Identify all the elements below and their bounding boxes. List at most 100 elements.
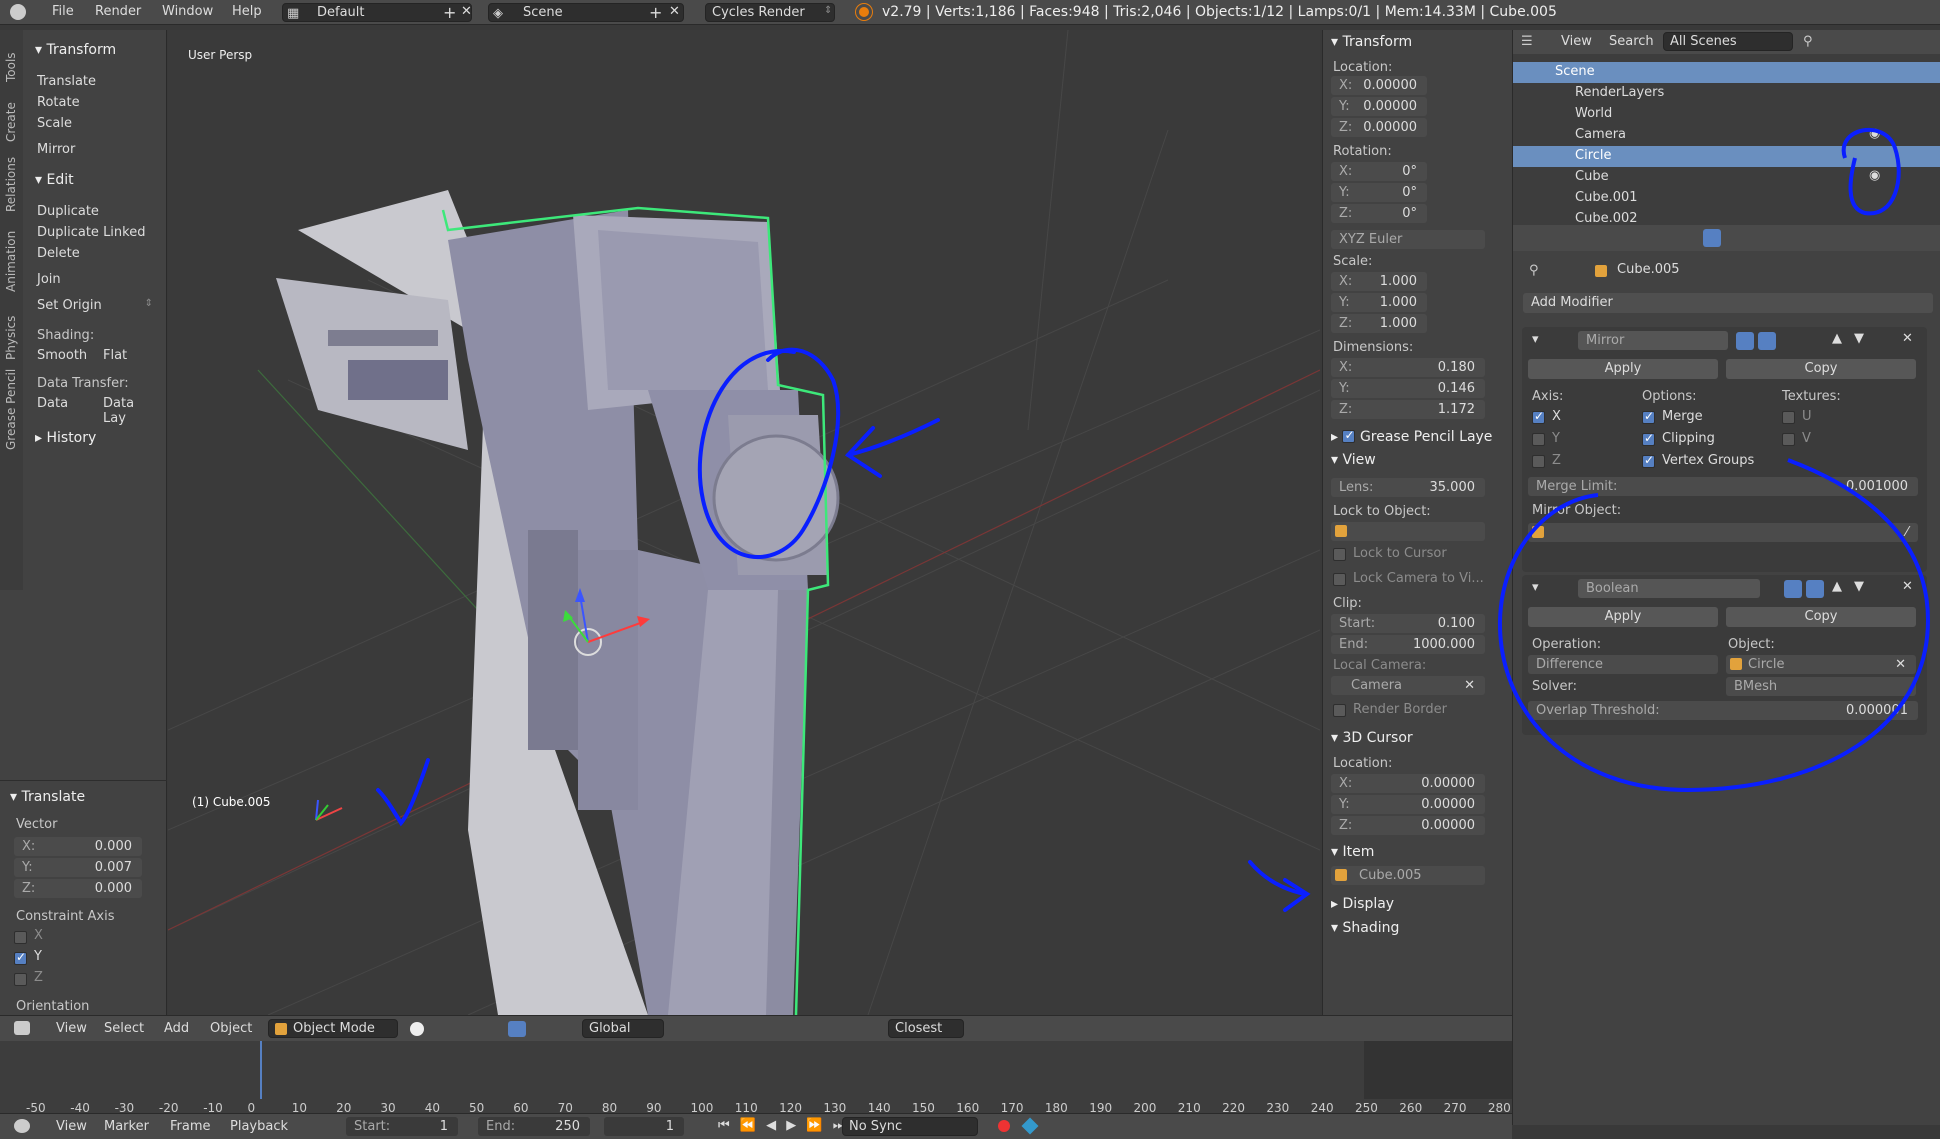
axis-y-checkbox[interactable] <box>1532 433 1545 446</box>
viewport-toggle-icon[interactable] <box>1758 332 1776 350</box>
rotation-x[interactable]: X: 0° <box>1331 162 1427 181</box>
clear-icon[interactable]: ✕ <box>1464 678 1475 693</box>
delete-button[interactable]: Delete <box>29 244 159 264</box>
playback-controls[interactable]: ⏮ ⏪ ◀ ▶ ⏩ ⏭ <box>718 1118 847 1133</box>
history-panel-header[interactable]: ▸ History <box>35 430 96 446</box>
outliner-row-renderlayers[interactable]: RenderLayers <box>1513 83 1940 104</box>
sync-mode-select[interactable]: No Sync <box>842 1117 978 1136</box>
constraint-x-checkbox[interactable] <box>14 931 27 944</box>
grease-pencil-header[interactable]: ▸ Grease Pencil Laye <box>1331 428 1492 445</box>
render-toggle-icon[interactable] <box>1736 332 1754 350</box>
menu-file[interactable]: File <box>52 4 74 19</box>
scale-y[interactable]: Y: 1.000 <box>1331 293 1427 312</box>
scale-x[interactable]: X: 1.000 <box>1331 272 1427 291</box>
timeline[interactable]: -50 -40 -30 -20 -10 0 10 20 30 40 50 60 70 80 90 100 110… <box>0 1041 1512 1115</box>
lock-cursor-checkbox[interactable] <box>1333 548 1346 561</box>
dimension-x[interactable]: X: 0.180 <box>1331 358 1485 377</box>
keyframe-icon[interactable] <box>1021 1117 1039 1135</box>
outliner-search-menu[interactable]: Search <box>1609 34 1654 49</box>
current-frame-marker[interactable] <box>260 1041 262 1099</box>
menu-help[interactable]: Help <box>232 4 262 19</box>
location-x[interactable]: X: 0.00000 <box>1331 76 1427 95</box>
texture-u-checkbox[interactable] <box>1782 411 1795 424</box>
render-border-checkbox[interactable] <box>1333 704 1346 717</box>
frame-menu[interactable]: Frame <box>170 1119 211 1134</box>
grease-pencil-checkbox[interactable] <box>1342 428 1356 443</box>
record-icon[interactable] <box>998 1120 1010 1132</box>
pin-icon[interactable]: ⚲ <box>1529 263 1539 278</box>
tab-physics[interactable]: Physics <box>4 316 18 360</box>
data-layout-button[interactable]: Data Lay <box>95 394 159 426</box>
layout-selector[interactable]: ▦ Default + ✕ <box>282 3 472 22</box>
mirror-name-field[interactable]: Mirror <box>1578 331 1728 350</box>
move-up-icon[interactable]: ▲ <box>1832 331 1842 346</box>
view-header[interactable]: ▾ View <box>1331 452 1376 468</box>
lens-field[interactable]: Lens: 35.000 <box>1331 478 1485 497</box>
timeline-view-menu[interactable]: View <box>56 1119 87 1134</box>
view-menu[interactable]: View <box>56 1021 87 1036</box>
scale-z[interactable]: Z: 1.000 <box>1331 314 1427 333</box>
axis-x-checkbox[interactable] <box>1532 409 1545 424</box>
tab-animation[interactable]: Animation <box>4 231 18 292</box>
data-button[interactable]: Data <box>29 394 93 414</box>
snap-target-select[interactable]: Closest <box>888 1019 964 1038</box>
mirror-button[interactable]: Mirror <box>29 140 159 160</box>
viewport-shading-icon[interactable] <box>410 1022 424 1036</box>
duplicate-linked-button[interactable]: Duplicate Linked <box>29 223 159 243</box>
transform-header[interactable]: ▾ Transform <box>1331 34 1412 50</box>
edit-panel-header[interactable]: ▾ Edit <box>35 172 74 188</box>
lock-object-field[interactable] <box>1331 522 1485 541</box>
scene-selector[interactable]: ◈ Scene + ✕ <box>488 3 684 22</box>
display-header[interactable]: ▸ Display <box>1331 896 1394 912</box>
marker-menu[interactable]: Marker <box>104 1119 149 1134</box>
transform-panel-header[interactable]: ▾ Transform <box>35 42 116 58</box>
manipulator-toggle-icon[interactable] <box>508 1021 526 1037</box>
texture-v-checkbox[interactable] <box>1782 433 1795 446</box>
vector-x-field[interactable]: X: 0.000 <box>14 837 142 856</box>
close-scene-icon[interactable]: ✕ <box>669 4 680 19</box>
3d-cursor-header[interactable]: ▾ 3D Cursor <box>1331 730 1413 746</box>
select-menu[interactable]: Select <box>104 1021 144 1036</box>
lock-camera-checkbox[interactable] <box>1333 573 1346 586</box>
cursor-y[interactable]: Y: 0.00000 <box>1331 795 1485 814</box>
dimension-z[interactable]: Z: 1.172 <box>1331 400 1485 419</box>
end-frame-field[interactable]: End: 250 <box>478 1117 590 1136</box>
current-frame-field[interactable]: 1 <box>604 1117 684 1136</box>
rotation-mode-select[interactable]: XYZ Euler <box>1331 230 1485 249</box>
search-icon[interactable]: ⚲ <box>1803 34 1813 49</box>
item-header[interactable]: ▾ Item <box>1331 844 1374 860</box>
vector-y-field[interactable]: Y: 0.007 <box>14 858 142 877</box>
add-scene-icon[interactable]: + <box>649 3 662 22</box>
add-modifier-button[interactable]: Add Modifier <box>1523 293 1933 313</box>
rotation-z[interactable]: Z: 0° <box>1331 204 1427 223</box>
cursor-x[interactable]: X: 0.00000 <box>1331 774 1485 793</box>
outliner-editor-icon[interactable]: ☰ <box>1521 34 1533 49</box>
move-down-icon[interactable]: ▼ <box>1854 331 1864 346</box>
scale-button[interactable]: Scale <box>29 114 159 134</box>
mode-select[interactable]: Object Mode <box>268 1019 398 1038</box>
set-origin-dropdown[interactable]: Set Origin ⇕ <box>29 296 159 316</box>
item-name-field[interactable]: Cube.005 <box>1331 866 1485 885</box>
tab-relations[interactable]: Relations <box>4 157 18 212</box>
menu-window[interactable]: Window <box>162 4 213 19</box>
object-menu[interactable]: Object <box>210 1021 252 1036</box>
mirror-apply-button[interactable]: Apply <box>1528 359 1718 379</box>
editor-type-icon[interactable] <box>14 1021 30 1035</box>
constraint-z-checkbox[interactable] <box>14 973 27 986</box>
operator-panel-header[interactable]: ▾ Translate <box>10 789 85 805</box>
outliner-view-menu[interactable]: View <box>1561 34 1592 49</box>
3d-viewport[interactable]: User Persp (1) Cube.005 <box>168 30 1320 1015</box>
clip-start-field[interactable]: Start: 0.100 <box>1331 614 1485 633</box>
tab-tools[interactable]: Tools <box>4 52 18 82</box>
clip-end-field[interactable]: End: 1000.000 <box>1331 635 1485 654</box>
info-editor-icon[interactable] <box>10 4 26 20</box>
timeline-editor-icon[interactable] <box>14 1119 30 1133</box>
duplicate-button[interactable]: Duplicate <box>29 202 159 222</box>
display-mode-select[interactable]: All Scenes <box>1663 32 1793 51</box>
shading-header[interactable]: ▾ Shading <box>1331 920 1399 936</box>
modifier-wrench-icon[interactable] <box>1703 229 1721 247</box>
constraint-y-checkbox[interactable] <box>14 950 27 965</box>
location-y[interactable]: Y: 0.00000 <box>1331 97 1427 116</box>
tab-create[interactable]: Create <box>4 102 18 142</box>
close-layout-icon[interactable]: ✕ <box>461 4 472 19</box>
